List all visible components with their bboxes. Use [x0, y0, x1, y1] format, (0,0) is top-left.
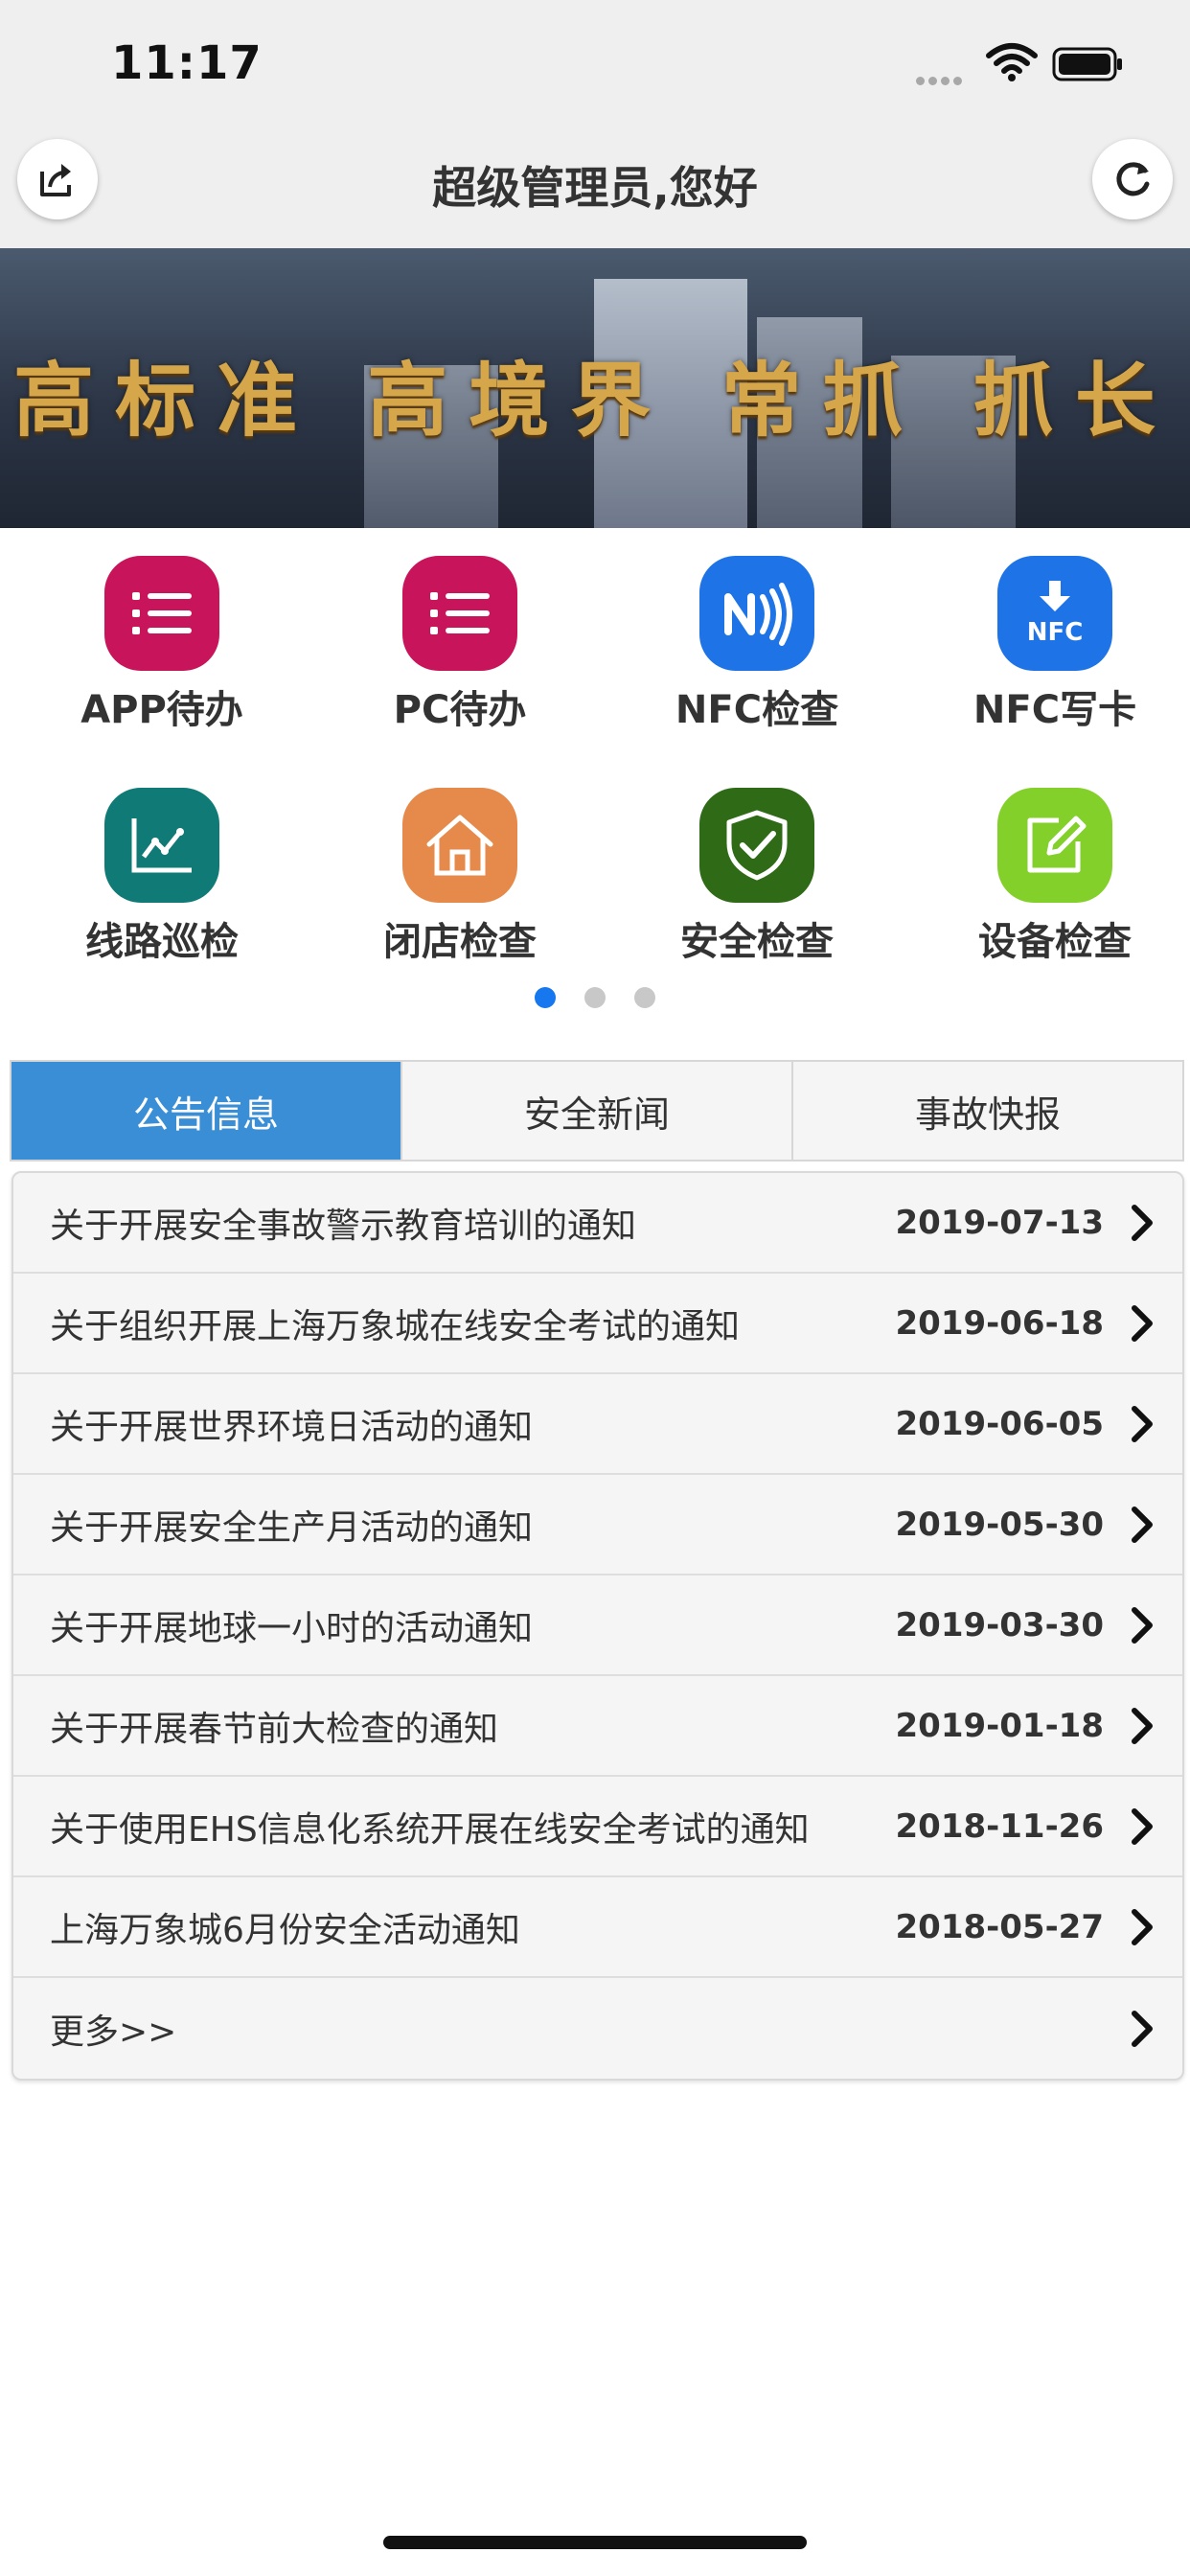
nfc-icon [699, 556, 814, 671]
status-time: 11:17 [111, 36, 263, 90]
grid-label: 安全检查 [680, 920, 834, 964]
grid-label: NFC写卡 [973, 688, 1137, 732]
news-title: 关于开展地球一小时的活动通知 [50, 1608, 534, 1648]
signal-icon [916, 71, 970, 85]
news-date: 2019-07-13 [895, 1203, 1104, 1242]
list-item[interactable]: 关于开展地球一小时的活动通知 2019-03-30 [13, 1576, 1182, 1676]
grid-item-equipment-check[interactable]: 设备检查 [906, 788, 1190, 966]
news-date: 2018-11-26 [895, 1806, 1104, 1846]
news-date: 2018-05-27 [895, 1907, 1104, 1946]
list-item[interactable]: 关于开展春节前大检查的通知 2019-01-18 [13, 1676, 1182, 1777]
edit-icon [997, 788, 1112, 903]
banner-carousel[interactable]: 高标准 高境界 常抓 抓长 [0, 248, 1190, 528]
news-date: 2019-06-18 [895, 1303, 1104, 1343]
top-bar: 11:17 超级管理员,您好 [0, 0, 1190, 248]
list-item[interactable]: 关于使用EHS信息化系统开展在线安全考试的通知 2018-11-26 [13, 1777, 1182, 1877]
news-date: 2019-06-05 [895, 1404, 1104, 1443]
list-item[interactable]: 关于开展安全生产月活动的通知 2019-05-30 [13, 1475, 1182, 1576]
grid-item-line-patrol[interactable]: 线路巡检 [13, 788, 310, 966]
page-title: 超级管理员,您好 [432, 162, 758, 214]
news-title: 关于组织开展上海万象城在线安全考试的通知 [50, 1306, 741, 1346]
page-dot [634, 987, 655, 1008]
chevron-right-icon [1132, 1707, 1153, 1744]
chevron-right-icon [1132, 1304, 1153, 1342]
news-date: 2019-01-18 [895, 1706, 1104, 1745]
home-icon [402, 788, 517, 903]
news-tabs: 公告信息 安全新闻 事故快报 [10, 1060, 1184, 1162]
grid-label: APP待办 [80, 688, 243, 732]
chevron-right-icon [1132, 1908, 1153, 1945]
page-dot-active [535, 987, 556, 1008]
more-link[interactable]: 更多>> [13, 1978, 1182, 2079]
news-title: 关于开展世界环境日活动的通知 [50, 1407, 534, 1447]
list-item[interactable]: 关于组织开展上海万象城在线安全考试的通知 2019-06-18 [13, 1274, 1182, 1374]
grid-label: PC待办 [393, 688, 527, 732]
nfc-write-icon: NFC [997, 556, 1112, 671]
news-title: 关于开展安全事故警示教育培训的通知 [50, 1206, 637, 1246]
grid-item-nfc-write[interactable]: NFC NFC写卡 [906, 556, 1190, 734]
shield-check-icon [699, 788, 814, 903]
tab-accident-reports[interactable]: 事故快报 [793, 1062, 1182, 1160]
chevron-right-icon [1132, 1606, 1153, 1644]
news-date: 2019-03-30 [895, 1605, 1104, 1644]
announcement-list: 关于开展安全事故警示教育培训的通知 2019-07-13 关于组织开展上海万象城… [11, 1171, 1184, 2081]
grid-item-pc-todo[interactable]: PC待办 [311, 556, 608, 734]
grid-label: 线路巡检 [85, 920, 239, 964]
news-title: 上海万象城6月份安全活动通知 [50, 1910, 520, 1950]
list-item[interactable]: 关于开展安全事故警示教育培训的通知 2019-07-13 [13, 1173, 1182, 1274]
grid-label: 闭店检查 [383, 920, 537, 964]
chevron-right-icon [1132, 1807, 1153, 1845]
more-label: 更多>> [50, 2012, 177, 2052]
grid-label: NFC检查 [675, 688, 839, 732]
list-icon [402, 556, 517, 671]
chevron-right-icon [1132, 1405, 1153, 1442]
list-item[interactable]: 关于开展世界环境日活动的通知 2019-06-05 [13, 1374, 1182, 1475]
tab-safety-news[interactable]: 安全新闻 [402, 1062, 793, 1160]
news-title: 关于开展安全生产月活动的通知 [50, 1507, 534, 1548]
chevron-right-icon [1132, 2010, 1153, 2047]
battery-icon [1052, 47, 1122, 81]
tab-announcements[interactable]: 公告信息 [11, 1062, 402, 1160]
grid-page-indicator[interactable] [0, 987, 1190, 1012]
news-title: 关于使用EHS信息化系统开展在线安全考试的通知 [50, 1809, 810, 1850]
refresh-icon [1116, 162, 1150, 196]
grid-label: 设备检查 [978, 920, 1132, 964]
chevron-right-icon [1132, 1506, 1153, 1543]
page-dot [584, 987, 606, 1008]
wifi-icon [986, 43, 1038, 81]
grid-item-app-todo[interactable]: APP待办 [13, 556, 310, 734]
chevron-right-icon [1132, 1204, 1153, 1241]
grid-item-safety-check[interactable]: 安全检查 [608, 788, 905, 966]
refresh-button[interactable] [1092, 139, 1173, 219]
home-indicator[interactable] [383, 2536, 807, 2549]
list-icon [104, 556, 219, 671]
list-item[interactable]: 上海万象城6月份安全活动通知 2018-05-27 [13, 1877, 1182, 1978]
chart-line-icon [104, 788, 219, 903]
news-date: 2019-05-30 [895, 1505, 1104, 1544]
svg-text:NFC: NFC [1027, 618, 1084, 647]
news-title: 关于开展春节前大检查的通知 [50, 1709, 499, 1749]
grid-item-close-check[interactable]: 闭店检查 [311, 788, 608, 966]
grid-item-nfc-check[interactable]: NFC检查 [608, 556, 905, 734]
banner-slogan: 高标准 高境界 常抓 抓长 [13, 354, 1177, 448]
